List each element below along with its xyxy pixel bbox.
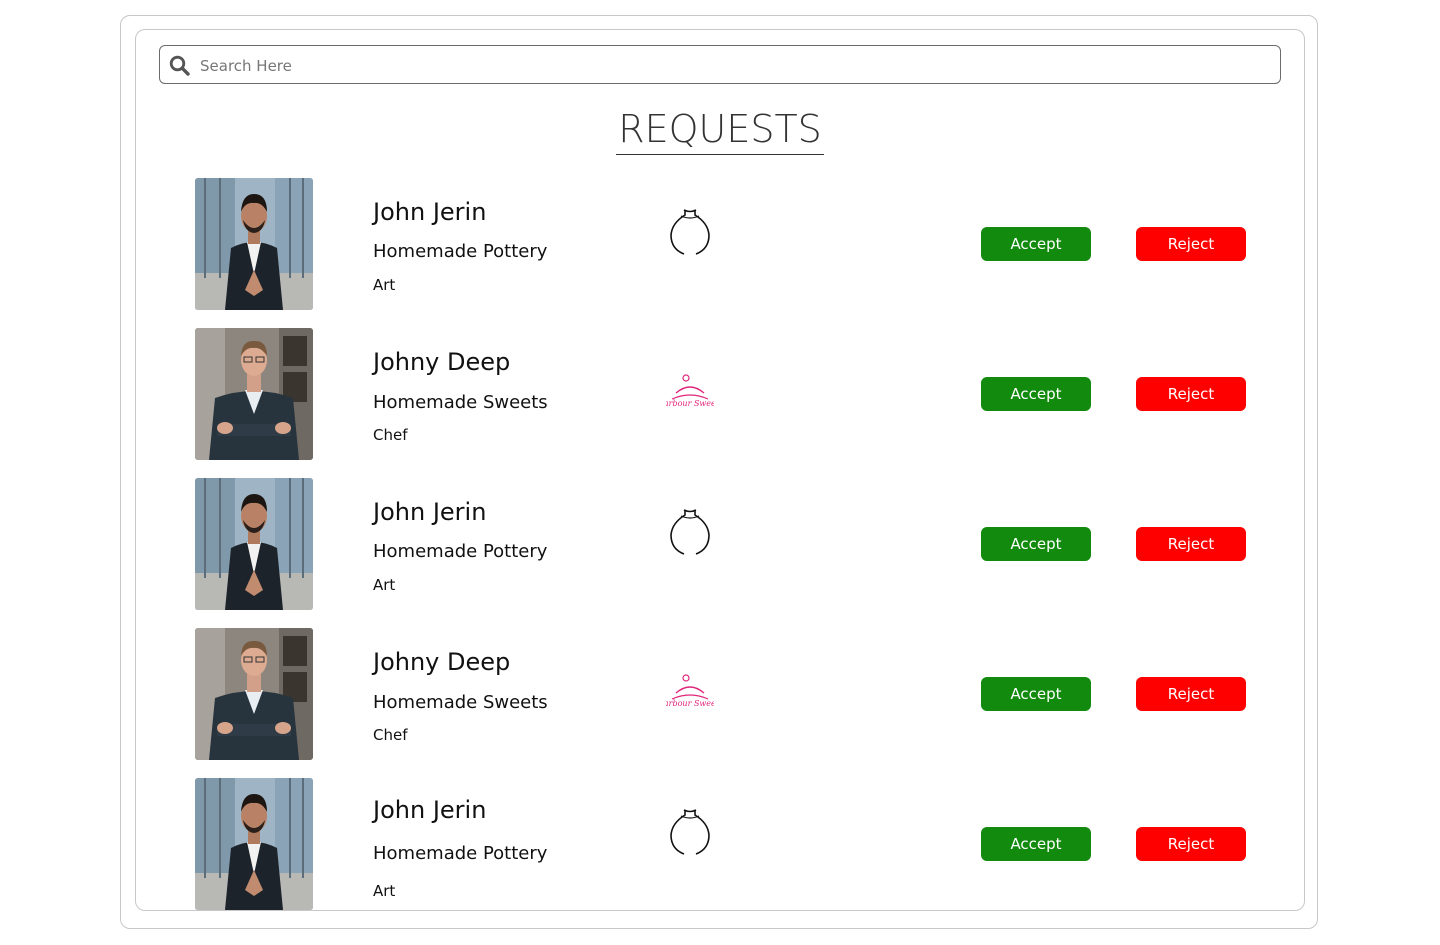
harbour-sweets-logo: Harbour Sweets <box>666 674 714 708</box>
reject-button[interactable]: Reject <box>1136 827 1246 861</box>
accept-button[interactable]: Accept <box>981 677 1091 711</box>
category-label: Art <box>373 276 396 294</box>
avatar <box>195 328 313 460</box>
reject-button[interactable]: Reject <box>1136 677 1246 711</box>
accept-button[interactable]: Accept <box>981 827 1091 861</box>
request-row: John Jerin Homemade Pottery Art Accept R… <box>136 778 1304 910</box>
avatar <box>195 628 313 760</box>
category-label: Chef <box>373 426 408 444</box>
reject-button[interactable]: Reject <box>1136 377 1246 411</box>
pottery-vase-icon <box>670 809 710 855</box>
request-row: Johny Deep Homemade Sweets Chef Harbour … <box>136 328 1304 460</box>
requests-panel: REQUESTS John Jerin Hom <box>135 29 1305 911</box>
pottery-vase-icon <box>670 209 710 255</box>
request-row: Johny Deep Homemade Sweets Chef Harbour … <box>136 628 1304 760</box>
requester-name: Johny Deep <box>373 348 511 376</box>
request-row: John Jerin Homemade Pottery Art Accept R… <box>136 478 1304 610</box>
avatar <box>195 178 313 310</box>
requester-name: John Jerin <box>373 498 487 526</box>
reject-button[interactable]: Reject <box>1136 227 1246 261</box>
request-row: John Jerin Homemade Pottery Art Accept R… <box>136 178 1304 310</box>
business-name: Homemade Pottery <box>373 541 548 562</box>
requester-name: John Jerin <box>373 198 487 226</box>
business-name: Homemade Sweets <box>373 392 548 413</box>
business-name: Homemade Sweets <box>373 692 548 713</box>
avatar <box>195 478 313 610</box>
category-label: Chef <box>373 726 408 744</box>
search-bar[interactable] <box>159 45 1281 84</box>
svg-text:Harbour Sweets: Harbour Sweets <box>666 399 714 408</box>
requester-name: Johny Deep <box>373 648 511 676</box>
accept-button[interactable]: Accept <box>981 377 1091 411</box>
pottery-vase-icon <box>670 509 710 555</box>
reject-button[interactable]: Reject <box>1136 527 1246 561</box>
avatar <box>195 778 313 910</box>
page-title: REQUESTS <box>616 106 824 155</box>
harbour-sweets-logo: Harbour Sweets <box>666 374 714 408</box>
category-label: Art <box>373 576 396 594</box>
business-name: Homemade Pottery <box>373 241 548 262</box>
search-icon <box>169 55 190 76</box>
accept-button[interactable]: Accept <box>981 227 1091 261</box>
category-label: Art <box>373 882 396 900</box>
svg-text:Harbour Sweets: Harbour Sweets <box>666 699 714 708</box>
accept-button[interactable]: Accept <box>981 527 1091 561</box>
business-name: Homemade Pottery <box>373 843 548 864</box>
search-input[interactable] <box>198 50 1272 81</box>
requester-name: John Jerin <box>373 796 487 824</box>
